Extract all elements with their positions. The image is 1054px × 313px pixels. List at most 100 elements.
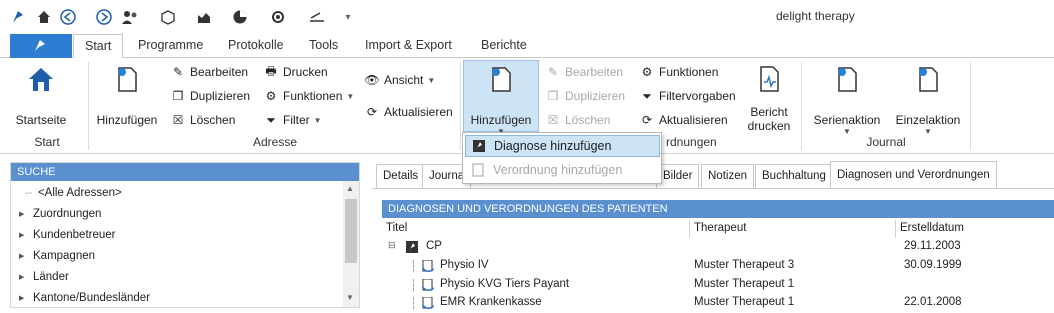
- tab-tools[interactable]: Tools: [309, 38, 338, 52]
- tab-bilder[interactable]: Bilder: [656, 164, 700, 188]
- scroll-up-icon[interactable]: ▲: [346, 184, 354, 193]
- gear-icon: ⚙: [265, 89, 277, 103]
- filter-label: Filter: [283, 113, 310, 127]
- refresh-icon: ⟳: [366, 105, 378, 119]
- eye-icon: 👁: [364, 73, 380, 87]
- tab-programme[interactable]: Programme: [138, 38, 203, 52]
- startseite-button[interactable]: Startseite: [6, 64, 76, 127]
- new-document-icon: [118, 67, 137, 92]
- verordnung-duplizieren-button[interactable]: ❐ Duplizieren: [545, 86, 625, 106]
- row-titel: Physio IV: [440, 259, 489, 271]
- column-header-titel[interactable]: Titel: [382, 220, 690, 238]
- bericht-drucken-label-1: Bericht: [750, 105, 788, 119]
- verordnung-loeschen-button[interactable]: ☒ Löschen: [545, 110, 611, 130]
- verordnung-aktualisieren-button[interactable]: ⟳ Aktualisieren: [639, 110, 728, 130]
- table-row[interactable]: ⊟ CP 29.11.2003: [382, 238, 1054, 257]
- search-header: SUCHE: [11, 163, 359, 181]
- tree-connector: ┆: [410, 280, 417, 292]
- vertical-scrollbar[interactable]: ▲ ▼: [343, 181, 359, 307]
- expand-arrow-icon[interactable]: ▶: [19, 273, 27, 281]
- table-row[interactable]: ┆ EMR Krankenkasse Muster Therapeut 1 22…: [382, 294, 1054, 313]
- ansicht-button[interactable]: 👁 Ansicht ▼: [364, 70, 435, 90]
- forward-icon[interactable]: [96, 9, 112, 25]
- menu-item-diagnose-hinzufuegen[interactable]: Diagnose hinzufügen: [465, 135, 660, 157]
- filter-button[interactable]: ⏷ Filter ▼: [263, 110, 321, 130]
- window-title: delight therapy: [776, 9, 855, 23]
- home-icon: [29, 68, 53, 91]
- adresse-funktionen-label: Funktionen: [283, 89, 343, 103]
- table-row[interactable]: ┆ Physio IV Muster Therapeut 3 30.09.199…: [382, 257, 1054, 276]
- verordnung-bearbeiten-button[interactable]: ✎ Bearbeiten: [545, 62, 623, 82]
- filtervorgaben-button[interactable]: ⏷ Filtervorgaben: [639, 86, 736, 106]
- tab-buchhaltung[interactable]: Buchhaltung: [755, 164, 833, 188]
- dropdown-arrow-icon: ▼: [427, 75, 436, 85]
- tab-import-export[interactable]: Import & Export: [365, 38, 452, 52]
- adresse-bearbeiten-button[interactable]: ✎ Bearbeiten: [170, 62, 248, 82]
- collapse-icon[interactable]: ⊟: [388, 240, 396, 251]
- filter-icon: ⏷: [266, 112, 276, 127]
- tab-notizen[interactable]: Notizen: [701, 164, 754, 188]
- signature-icon[interactable]: [308, 9, 324, 25]
- row-titel: EMR Krankenkasse: [440, 296, 542, 308]
- tree-item-zuordnungen[interactable]: ▶ Zuordnungen: [19, 204, 101, 224]
- serienaktion-label: Serienaktion: [813, 113, 881, 127]
- expand-arrow-icon[interactable]: ▶: [19, 252, 27, 260]
- edit-icon: ✎: [172, 65, 184, 79]
- tree-item-laender[interactable]: ▶ Länder: [19, 267, 69, 287]
- expand-arrow-icon[interactable]: ▶: [19, 210, 27, 218]
- back-icon[interactable]: [60, 9, 76, 25]
- tree-item-kantone[interactable]: ▶ Kantone/Bundesländer: [19, 288, 150, 308]
- settings-icon[interactable]: [270, 9, 286, 25]
- section-header: DIAGNOSEN UND VERORDNUNGEN DES PATIENTEN: [382, 200, 1054, 218]
- verordnung-funktionen-button[interactable]: ⚙ Funktionen: [639, 62, 719, 82]
- expand-arrow-icon[interactable]: ▶: [19, 294, 27, 302]
- chart-icon[interactable]: [196, 9, 212, 25]
- adresse-aktualisieren-button[interactable]: ⟳ Aktualisieren: [364, 102, 453, 122]
- bericht-drucken-button[interactable]: Bericht drucken: [742, 64, 796, 133]
- customize-icon[interactable]: ▾: [340, 9, 356, 25]
- group-label-journal: Journal: [866, 135, 906, 149]
- adresse-funktionen-button[interactable]: ⚙ Funktionen ▼: [263, 86, 355, 106]
- menu-item-verordnung-hinzufuegen[interactable]: Verordnung hinzufügen: [465, 159, 660, 181]
- prescription-icon: [472, 163, 484, 177]
- adresse-duplizieren-button[interactable]: ❐ Duplizieren: [170, 86, 250, 106]
- einzelaktion-button[interactable]: Einzelaktion ▼: [890, 64, 966, 136]
- tree-item-kampagnen[interactable]: ▶ Kampagnen: [19, 246, 95, 266]
- box-icon[interactable]: [160, 9, 176, 25]
- tab-start[interactable]: Start: [73, 34, 124, 59]
- tab-diagnosen-verordnungen[interactable]: Diagnosen und Verordnungen: [830, 161, 997, 189]
- drucken-button[interactable]: 🖶 Drucken: [263, 62, 327, 82]
- users-icon[interactable]: [121, 9, 137, 25]
- pie-chart-icon[interactable]: [232, 9, 248, 25]
- hinzufuegen-dropdown-menu: Diagnose hinzufügen Verordnung hinzufüge…: [462, 132, 662, 184]
- scroll-down-icon[interactable]: ▼: [346, 293, 354, 302]
- serienaktion-button[interactable]: Serienaktion ▼: [808, 64, 886, 136]
- tree-item-kundenbetreuer[interactable]: ▶ Kundenbetreuer: [19, 225, 115, 245]
- menu-item-verordnung-label: Verordnung hinzufügen: [493, 163, 623, 177]
- table-row[interactable]: ┆ Physio KVG Tiers Payant Muster Therape…: [382, 276, 1054, 295]
- adresse-duplizieren-label: Duplizieren: [190, 89, 251, 103]
- scrollbar-thumb[interactable]: [345, 199, 357, 263]
- edit-icon: ✎: [547, 65, 559, 79]
- file-menu-button[interactable]: [10, 34, 72, 58]
- group-separator: [460, 62, 461, 150]
- group-separator: [801, 62, 802, 150]
- new-document-icon: [492, 67, 511, 92]
- menu-item-diagnose-label: Diagnose hinzufügen: [494, 139, 612, 153]
- expand-arrow-icon[interactable]: ▶: [19, 231, 27, 239]
- column-header-therapeut[interactable]: Therapeut: [690, 220, 896, 238]
- tab-details[interactable]: Details: [376, 164, 426, 188]
- column-header-erstelldatum[interactable]: Erstelldatum: [896, 220, 1054, 238]
- row-therapeut: Muster Therapeut 3: [694, 259, 795, 271]
- tree-item-alle-adressen[interactable]: ┄ <Alle Adressen>: [25, 183, 122, 203]
- verordnung-hinzufuegen-button[interactable]: Hinzufügen ▼: [464, 64, 538, 136]
- adresse-hinzufuegen-button[interactable]: Hinzufügen: [94, 64, 160, 127]
- app-logo-icon[interactable]: [10, 9, 26, 25]
- adresse-loeschen-button[interactable]: ☒ Löschen: [170, 110, 236, 130]
- tab-berichte[interactable]: Berichte: [481, 38, 527, 52]
- tab-protokolle[interactable]: Protokolle: [228, 38, 284, 52]
- verordnung-bearbeiten-label: Bearbeiten: [565, 65, 624, 79]
- verordnung-funktionen-label: Funktionen: [659, 65, 719, 79]
- tree-item-label: Kantone/Bundesländer: [33, 292, 151, 304]
- home-icon[interactable]: [36, 9, 52, 25]
